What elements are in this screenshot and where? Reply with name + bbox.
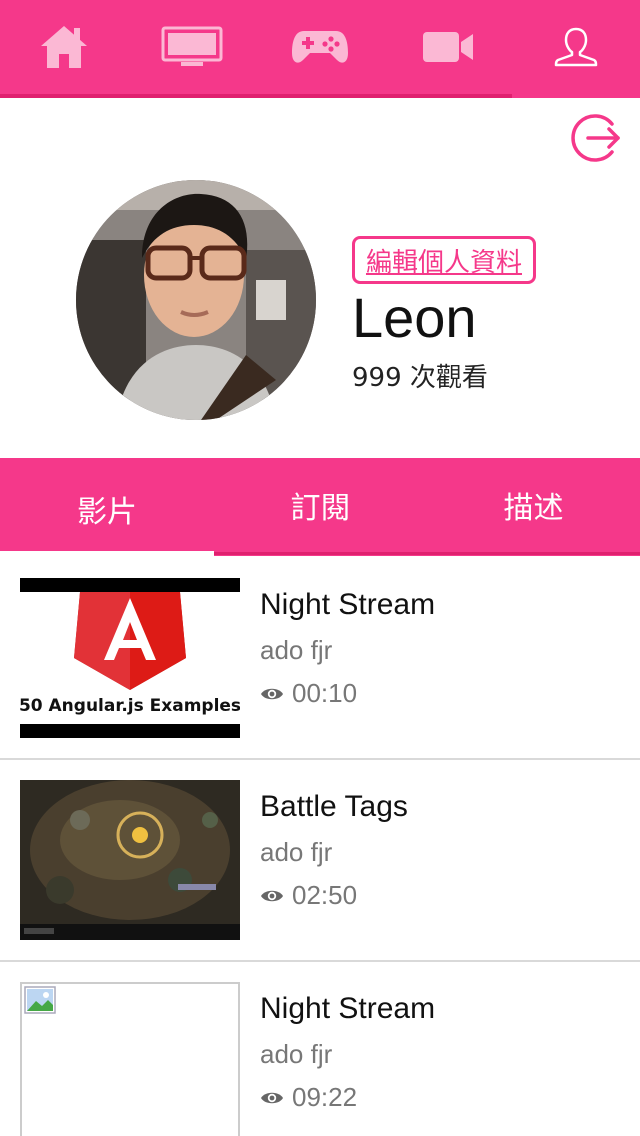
avatar xyxy=(76,180,316,420)
view-count: 999 次觀看 xyxy=(352,363,488,393)
home-icon xyxy=(41,26,87,68)
nav-profile[interactable] xyxy=(512,0,640,94)
user-icon xyxy=(554,27,598,67)
video-title[interactable]: Night Stream xyxy=(260,588,435,622)
tab-subscriptions[interactable]: 訂閱 xyxy=(214,458,427,552)
video-meta: 02:50 xyxy=(260,880,357,911)
video-title[interactable]: Night Stream xyxy=(260,992,435,1026)
nav-home[interactable] xyxy=(0,0,128,94)
broken-image-icon xyxy=(24,986,56,1014)
nav-games[interactable] xyxy=(256,0,384,94)
list-item[interactable]: Night Stream ado fjr 09:22 xyxy=(0,962,640,1136)
video-list: 50 Angular.js Examples Night Stream ado … xyxy=(0,558,640,1136)
video-thumbnail[interactable] xyxy=(20,780,240,940)
tab-description[interactable]: 描述 xyxy=(427,458,640,552)
list-item[interactable]: 50 Angular.js Examples Night Stream ado … xyxy=(0,558,640,760)
list-item[interactable]: Battle Tags ado fjr 02:50 xyxy=(0,760,640,962)
tv-icon xyxy=(161,26,223,66)
eye-icon xyxy=(261,890,283,901)
thumbnail-caption: 50 Angular.js Examples xyxy=(20,696,240,716)
nav-tv[interactable] xyxy=(128,0,256,94)
nav-underline xyxy=(0,94,512,98)
video-camera-icon xyxy=(423,32,473,62)
video-author: ado fjr xyxy=(260,837,333,867)
video-meta: 09:22 xyxy=(260,1082,357,1113)
video-author: ado fjr xyxy=(260,635,333,665)
user-name: Leon xyxy=(352,286,477,349)
logout-button[interactable] xyxy=(568,110,624,166)
video-author: ado fjr xyxy=(260,1039,333,1069)
gamepad-icon xyxy=(292,31,348,63)
logout-icon xyxy=(571,114,620,162)
profile-tabs: 影片 訂閱 描述 xyxy=(0,458,640,556)
nav-video[interactable] xyxy=(384,0,512,94)
video-duration: 02:50 xyxy=(292,880,358,910)
video-meta: 00:10 xyxy=(260,678,357,709)
video-thumbnail[interactable] xyxy=(20,982,240,1136)
tabs-underline xyxy=(214,552,640,555)
video-title[interactable]: Battle Tags xyxy=(260,790,408,824)
video-duration: 09:22 xyxy=(292,1082,358,1112)
edit-profile-button[interactable]: 編輯個人資料 xyxy=(352,236,536,284)
top-nav-bar xyxy=(0,0,640,98)
video-thumbnail[interactable]: 50 Angular.js Examples xyxy=(20,578,240,738)
eye-icon xyxy=(261,688,283,699)
eye-icon xyxy=(261,1092,283,1103)
video-duration: 00:10 xyxy=(292,678,358,708)
tab-videos[interactable]: 影片 xyxy=(0,458,214,552)
tab-active-indicator xyxy=(0,551,214,556)
